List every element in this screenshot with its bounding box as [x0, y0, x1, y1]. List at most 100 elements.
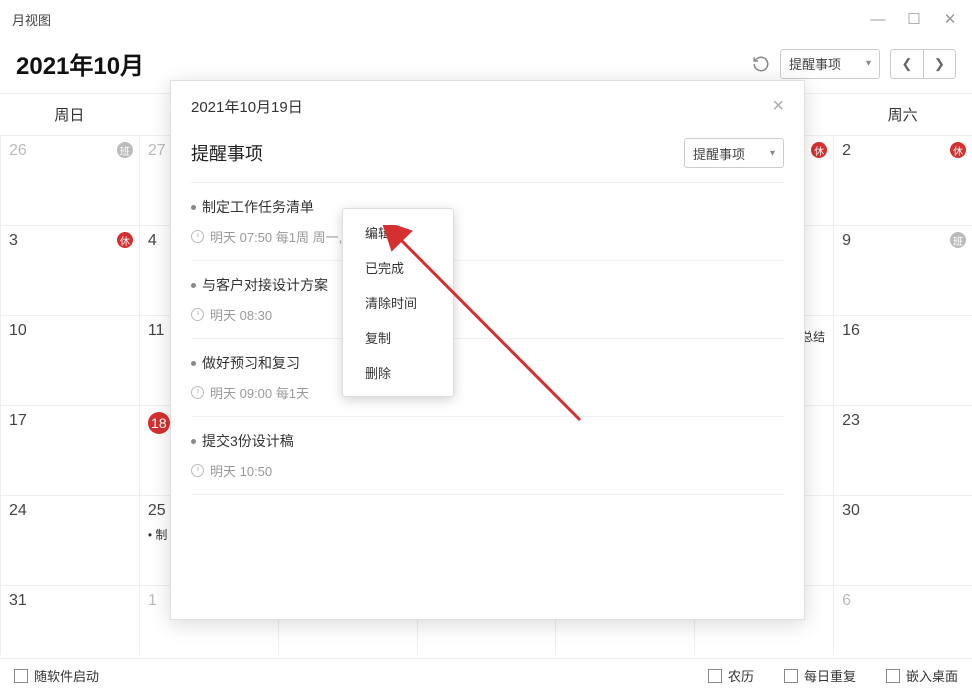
task-item[interactable]: 提交3份设计稿 明天 10:50: [191, 417, 784, 495]
task-title-text: 与客户对接设计方案: [202, 275, 328, 295]
day-number: 11: [148, 322, 165, 339]
task-time-text: 明天 09:00 每1天: [210, 383, 309, 402]
day-number: 30: [842, 502, 860, 519]
day-cell[interactable]: 3休: [0, 225, 139, 315]
daily-repeat-checkbox[interactable]: 每日重复: [784, 666, 856, 685]
day-number: 23: [842, 412, 860, 429]
day-number: 25: [148, 502, 166, 519]
day-cell[interactable]: 2休: [833, 135, 972, 225]
task-item[interactable]: 制定工作任务清单 明天 07:50 每1周 周一,周: [191, 183, 784, 261]
window-controls: — ☐ ✕: [868, 9, 960, 29]
day-cell[interactable]: 6: [833, 585, 972, 655]
task-time: 明天 07:50 每1周 周一,周: [191, 227, 784, 246]
task-time: 明天 08:30: [191, 305, 784, 324]
context-menu: 编辑 已完成 清除时间 复制 删除: [342, 208, 454, 397]
day-number: 17: [9, 412, 27, 429]
modal-subheader: 提醒事项 提醒事项 ▾: [171, 128, 804, 182]
task-time-text: 明天 08:30: [210, 305, 272, 324]
task-title: 提交3份设计稿: [191, 431, 784, 451]
day-number: 2: [842, 142, 851, 159]
task-title-text: 提交3份设计稿: [202, 431, 294, 451]
checkbox-label: 随软件启动: [34, 666, 99, 685]
checkbox-label: 农历: [728, 666, 754, 685]
minimize-button[interactable]: —: [868, 9, 888, 29]
footer: 随软件启动 农历 每日重复 嵌入桌面: [0, 658, 972, 692]
next-month-button[interactable]: ❯: [923, 50, 955, 78]
clock-icon: [191, 230, 204, 243]
day-cell[interactable]: 31: [0, 585, 139, 655]
task-item[interactable]: 做好预习和复习 明天 09:00 每1天: [191, 339, 784, 417]
view-dropdown-label: 提醒事项: [789, 54, 841, 73]
refresh-icon[interactable]: [752, 55, 770, 73]
task-time-text: 明天 10:50: [210, 461, 272, 480]
day-cell[interactable]: 9班: [833, 225, 972, 315]
titlebar: 月视图 — ☐ ✕: [0, 0, 972, 38]
checkbox-box: [784, 669, 798, 683]
weekday-label: 周日: [0, 94, 139, 135]
maximize-button[interactable]: ☐: [904, 9, 924, 29]
today-marker: 18: [148, 412, 170, 434]
caret-down-icon: ▾: [770, 148, 775, 159]
context-completed[interactable]: 已完成: [343, 250, 453, 285]
view-dropdown[interactable]: 提醒事项 ▾: [780, 49, 880, 79]
footer-right: 农历 每日重复 嵌入桌面: [708, 666, 958, 685]
task-time: 明天 09:00 每1天: [191, 383, 784, 402]
header-controls: 提醒事项 ▾ ❮ ❯: [752, 49, 956, 79]
day-number: 27: [148, 142, 166, 159]
day-cell[interactable]: 26班: [0, 135, 139, 225]
day-cell[interactable]: 10: [0, 315, 139, 405]
task-item[interactable]: 与客户对接设计方案 明天 08:30: [191, 261, 784, 339]
holiday-badge: 休: [811, 142, 827, 158]
modal-dropdown-label: 提醒事项: [693, 144, 745, 163]
day-number: 24: [9, 502, 27, 519]
task-title: 制定工作任务清单: [191, 197, 784, 217]
bullet-icon: [191, 361, 196, 366]
modal-header: 2021年10月19日 ×: [171, 81, 804, 128]
day-detail-modal: 2021年10月19日 × 提醒事项 提醒事项 ▾ 制定工作任务清单 明天 07…: [170, 80, 805, 620]
month-title: 2021年10月: [16, 46, 144, 81]
lunar-checkbox[interactable]: 农历: [708, 666, 754, 685]
day-number: 26: [9, 142, 27, 159]
day-number: 16: [842, 322, 860, 339]
bullet-icon: [191, 283, 196, 288]
day-cell[interactable]: 24: [0, 495, 139, 585]
checkbox-box: [708, 669, 722, 683]
checkbox-label: 嵌入桌面: [906, 666, 958, 685]
bullet-icon: [191, 205, 196, 210]
day-number: 31: [9, 592, 27, 609]
caret-down-icon: ▾: [866, 58, 871, 69]
checkbox-box: [886, 669, 900, 683]
close-button[interactable]: ✕: [940, 9, 960, 29]
day-cell[interactable]: 23: [833, 405, 972, 495]
modal-close-button[interactable]: ×: [772, 95, 784, 118]
checkbox-box: [14, 669, 28, 683]
clock-icon: [191, 308, 204, 321]
day-cell[interactable]: 30: [833, 495, 972, 585]
task-title-text: 制定工作任务清单: [202, 197, 314, 217]
embed-desktop-checkbox[interactable]: 嵌入桌面: [886, 666, 958, 685]
window-title: 月视图: [12, 10, 51, 29]
context-copy[interactable]: 复制: [343, 320, 453, 355]
task-title-text: 做好预习和复习: [202, 353, 300, 373]
prev-month-button[interactable]: ❮: [891, 50, 923, 78]
clock-icon: [191, 464, 204, 477]
modal-date: 2021年10月19日: [191, 96, 303, 117]
day-number: 1: [148, 592, 157, 609]
clock-icon: [191, 386, 204, 399]
day-cell[interactable]: 17: [0, 405, 139, 495]
bullet-icon: [191, 439, 196, 444]
modal-type-dropdown[interactable]: 提醒事项 ▾: [684, 138, 784, 168]
weekday-label: 周六: [833, 94, 972, 135]
day-number: 10: [9, 322, 27, 339]
day-cell[interactable]: 16: [833, 315, 972, 405]
modal-section-label: 提醒事项: [191, 140, 263, 166]
context-edit[interactable]: 编辑: [343, 215, 453, 250]
context-clear-time[interactable]: 清除时间: [343, 285, 453, 320]
holiday-badge: 休: [950, 142, 966, 158]
holiday-badge: 休: [117, 232, 133, 248]
day-number: 4: [148, 232, 157, 249]
day-number: 3: [9, 232, 18, 249]
start-with-app-checkbox[interactable]: 随软件启动: [14, 666, 99, 685]
day-number: 9: [842, 232, 851, 249]
context-delete[interactable]: 删除: [343, 355, 453, 390]
